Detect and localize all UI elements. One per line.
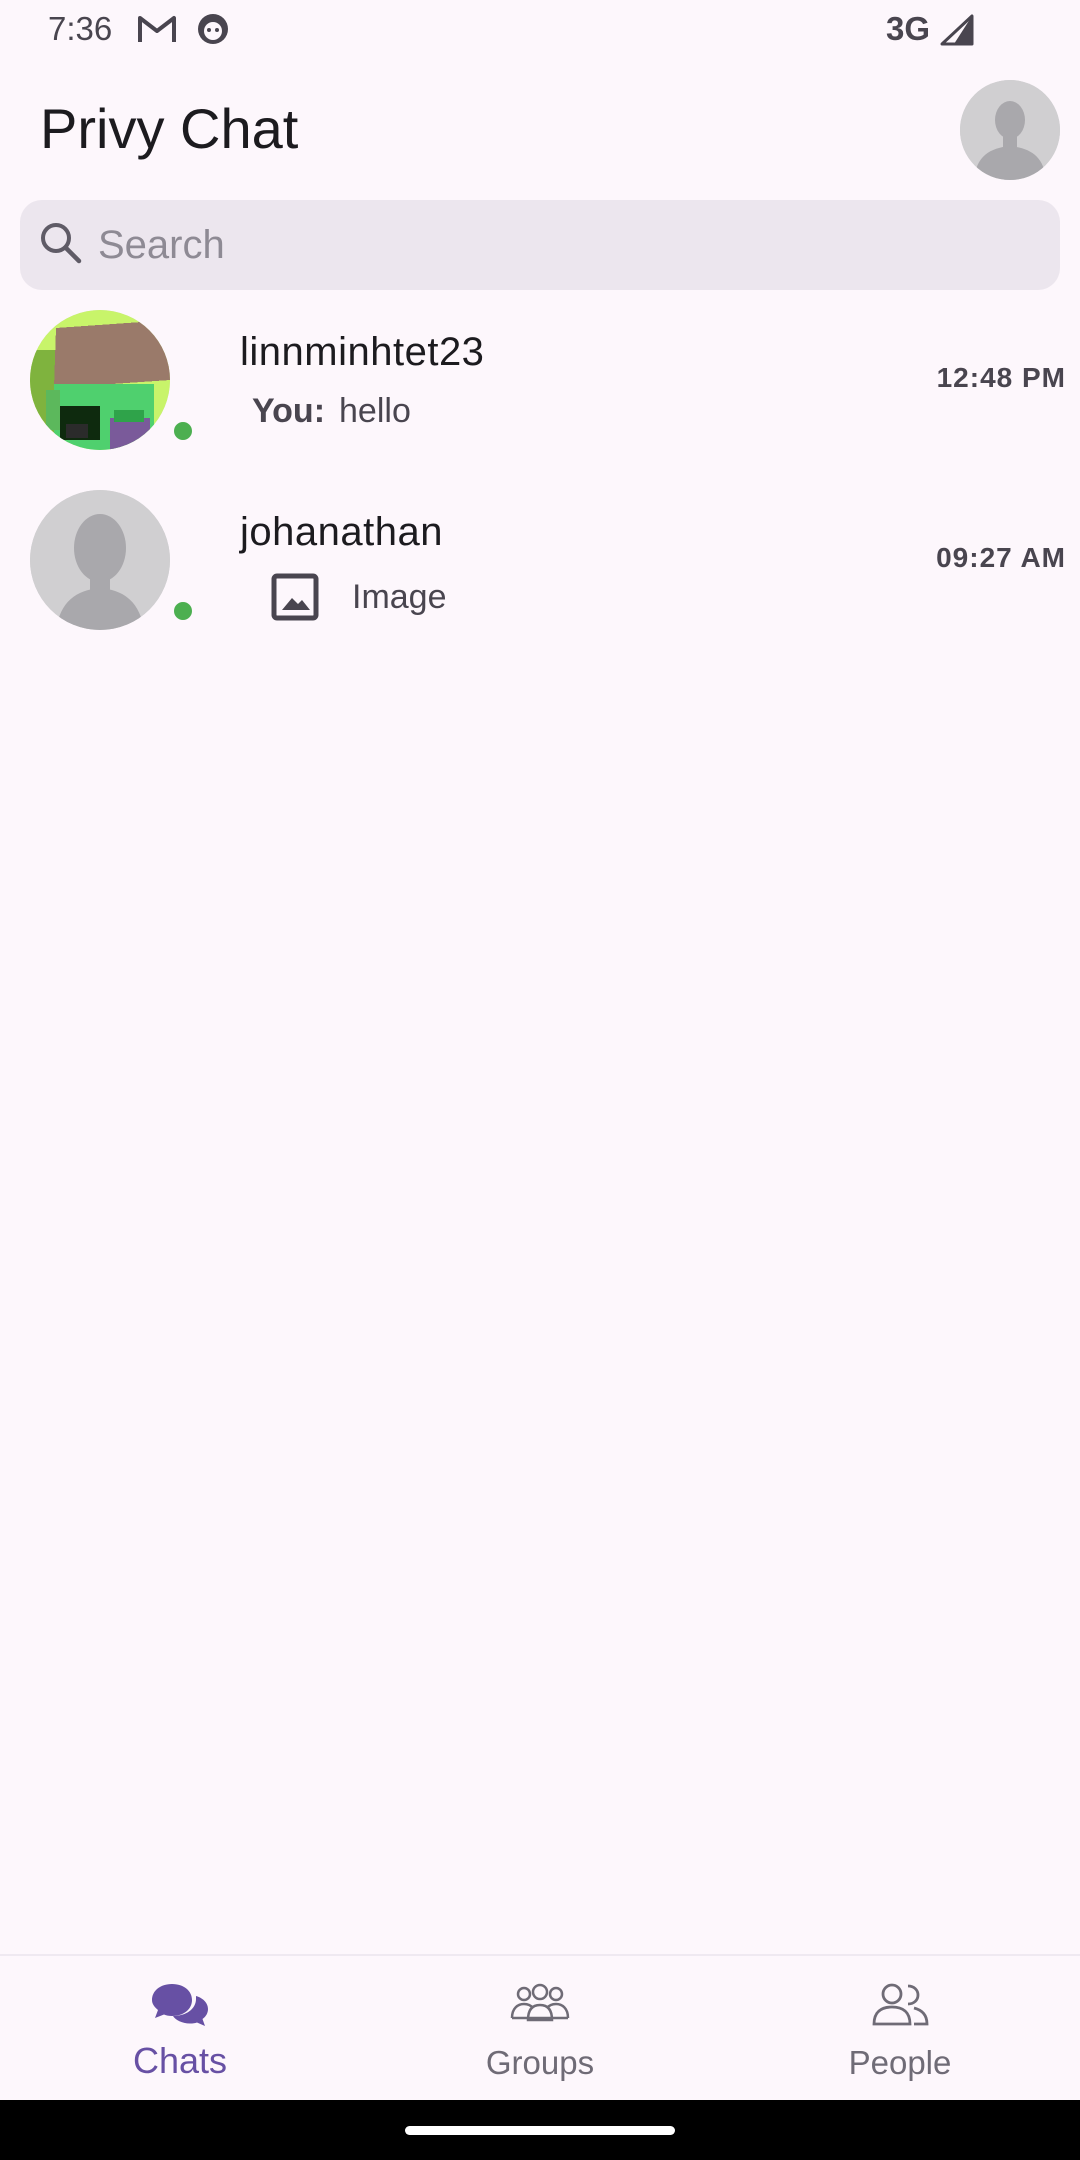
status-bar: 7:36 3G bbox=[0, 0, 1080, 60]
online-status-indicator bbox=[170, 598, 196, 624]
online-status-indicator bbox=[170, 418, 196, 444]
pixel-art-avatar-icon bbox=[30, 310, 170, 450]
profile-avatar-button[interactable] bbox=[960, 80, 1060, 180]
avatar-container bbox=[30, 490, 196, 630]
people-icon bbox=[872, 1983, 929, 2026]
bottom-navigation: Chats Groups People bbox=[0, 1954, 1080, 2102]
search-icon bbox=[41, 223, 82, 264]
groups-icon bbox=[510, 1983, 570, 2022]
app-notification-icon bbox=[198, 14, 228, 44]
nav-item-people[interactable]: People bbox=[720, 1956, 1080, 2102]
image-icon bbox=[271, 573, 319, 621]
avatar-container bbox=[30, 310, 196, 450]
nav-label-chats: Chats bbox=[132, 2040, 228, 2081]
app-title: Privy Chat bbox=[40, 97, 299, 160]
nav-item-chats[interactable]: Chats bbox=[0, 1956, 360, 2102]
status-time: 7:36 bbox=[48, 10, 113, 47]
signal-icon bbox=[940, 14, 974, 46]
person-icon bbox=[30, 490, 170, 630]
search-input[interactable] bbox=[98, 200, 1038, 290]
network-type: 3G bbox=[886, 10, 931, 47]
avatar bbox=[30, 490, 170, 630]
gmail-icon bbox=[138, 16, 176, 42]
preview-sender: You: bbox=[252, 392, 326, 430]
preview-text: Image bbox=[352, 577, 447, 616]
chat-name: johanathan bbox=[240, 510, 443, 554]
chat-preview: You: hello bbox=[252, 392, 411, 431]
preview-text: hello bbox=[339, 392, 411, 430]
nav-item-groups[interactable]: Groups bbox=[360, 1956, 720, 2102]
search-bar[interactable] bbox=[20, 200, 1060, 290]
system-gesture-bar bbox=[0, 2100, 1080, 2160]
chat-item-linnminhtet23[interactable]: linnminhtet23 You: hello 12:48 PM bbox=[0, 300, 1080, 480]
chat-time: 09:27 AM bbox=[936, 542, 1066, 573]
chat-time: 12:48 PM bbox=[936, 362, 1066, 393]
nav-label-groups: Groups bbox=[485, 2044, 595, 2081]
chat-name: linnminhtet23 bbox=[240, 330, 485, 374]
chat-list: linnminhtet23 You: hello 12:48 PM johana… bbox=[0, 300, 1080, 660]
chat-item-johanathan[interactable]: johanathan Image 09:27 AM bbox=[0, 480, 1080, 660]
nav-label-people: People bbox=[848, 2044, 952, 2081]
avatar bbox=[30, 310, 170, 450]
chat-bubbles-icon bbox=[152, 1984, 208, 2026]
home-gesture-handle[interactable] bbox=[405, 2126, 675, 2135]
person-icon bbox=[960, 80, 1060, 180]
chat-preview: Image bbox=[252, 572, 447, 622]
